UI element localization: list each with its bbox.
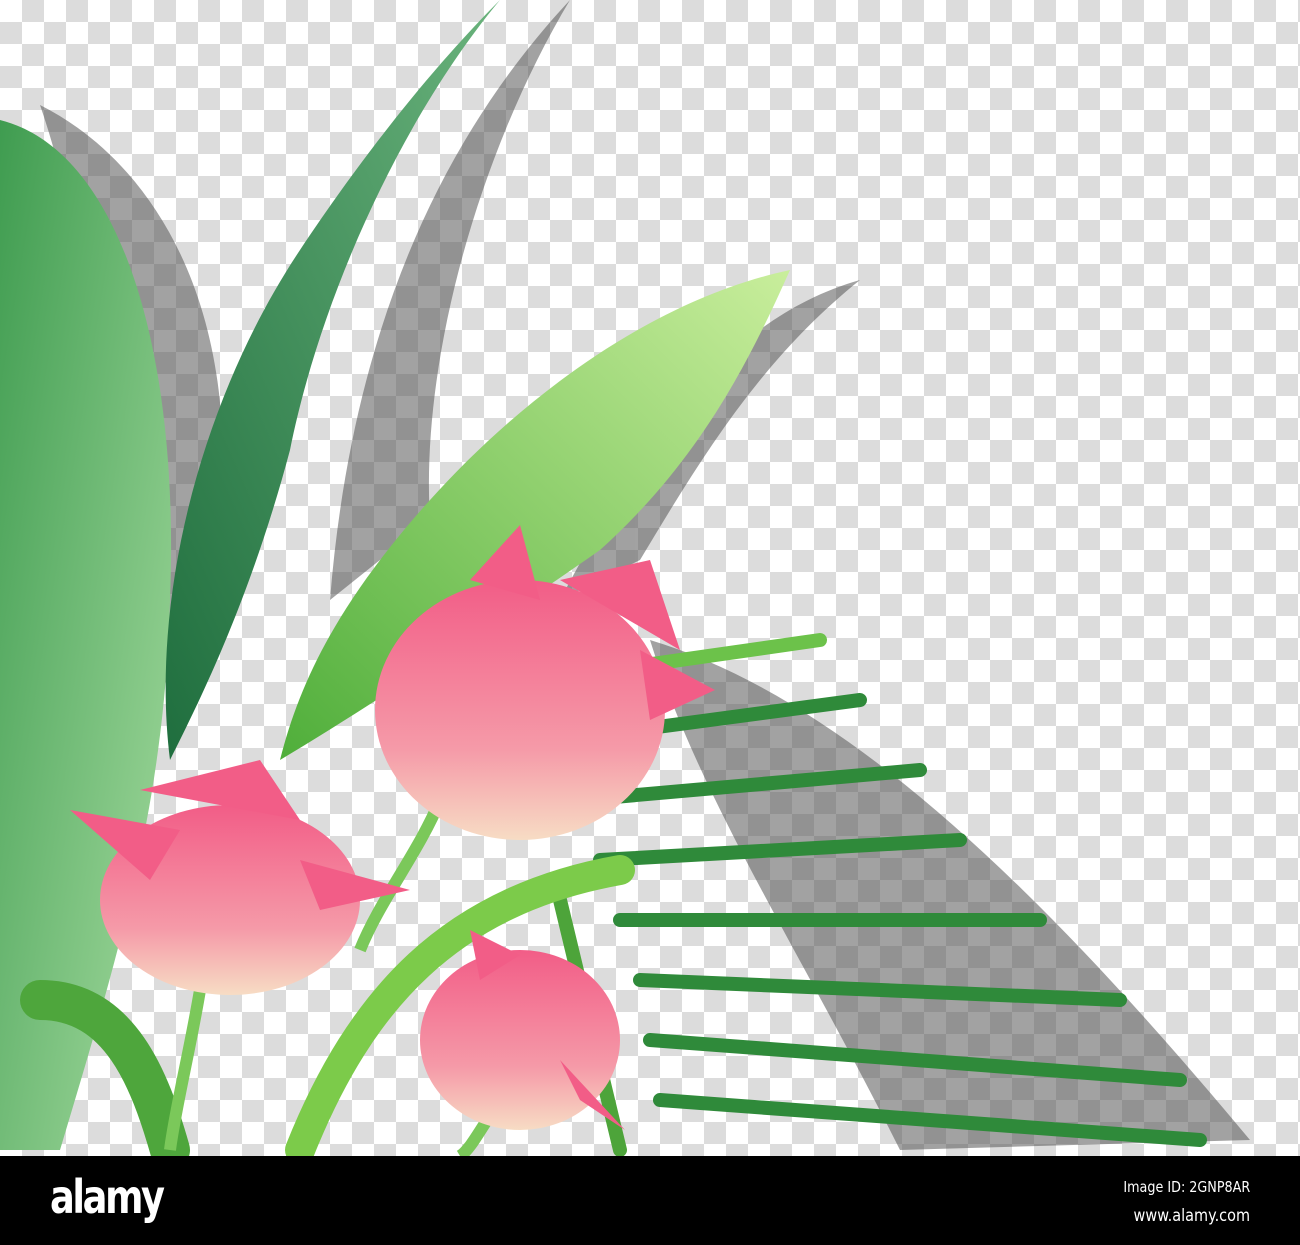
site-link[interactable]: www.alamy.com [1134,1206,1250,1226]
alamy-logo[interactable]: alamy [50,1170,165,1224]
image-id: Image ID: 2GNP8AR [1123,1178,1250,1196]
tulip-bottom [420,930,625,1130]
footer-bar: alamy Image ID: 2GNP8AR www.alamy.com [0,1156,1300,1245]
illustration [0,0,1300,1156]
tulip-illustration [0,0,1250,1156]
